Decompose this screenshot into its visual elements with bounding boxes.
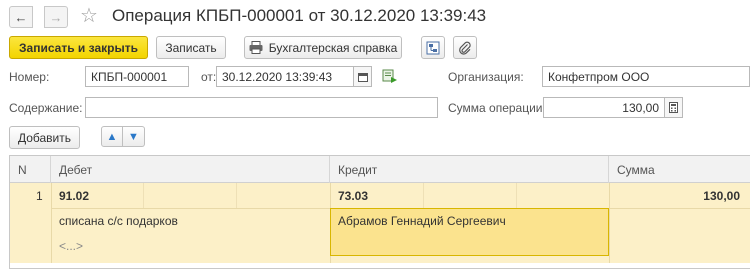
organization-label: Организация: — [448, 70, 524, 84]
document-structure-icon — [426, 41, 440, 54]
amount-cell[interactable]: 130,00 — [703, 189, 740, 203]
paperclip-icon — [459, 41, 471, 55]
amount-field[interactable]: 130,00 — [543, 97, 665, 118]
number-field[interactable]: КПБП-000001 — [85, 66, 189, 87]
move-up-button[interactable]: ▲ — [101, 126, 123, 147]
column-divider — [609, 183, 610, 263]
column-header-n[interactable]: N — [10, 156, 51, 183]
add-row-button[interactable]: Добавить — [9, 126, 80, 149]
arrow-down-icon: ▼ — [128, 130, 139, 143]
post-and-close-button[interactable]: Записать и закрыть — [9, 36, 148, 59]
arrow-left-icon: ← — [14, 9, 28, 25]
calendar-icon — [357, 72, 368, 82]
entries-table: N Дебет Кредит Сумма 1 91.02 73.03 130,0… — [9, 155, 750, 269]
calendar-button[interactable] — [354, 66, 372, 87]
debit-subconto-empty-cell[interactable]: <...> — [59, 239, 83, 253]
organization-field[interactable]: Конфетпром ООО — [542, 66, 750, 87]
attach-button[interactable] — [453, 36, 477, 59]
column-header-debit[interactable]: Дебет — [51, 156, 330, 183]
column-header-credit[interactable]: Кредит — [330, 156, 609, 183]
table-command-bar: Добавить ▲ ▼ — [0, 126, 750, 149]
content-field[interactable] — [85, 97, 438, 118]
accounting-report-button[interactable]: Бухгалтерская справка — [244, 36, 402, 59]
content-label: Содержание: — [9, 101, 83, 115]
subcolumn-divider — [143, 183, 144, 208]
table-header: N Дебет Кредит Сумма — [10, 156, 750, 183]
calculator-icon — [669, 102, 678, 113]
column-header-amount[interactable]: Сумма — [609, 156, 750, 183]
page-title: Операция КПБП-000001 от 30.12.2020 13:39… — [112, 6, 487, 25]
favorite-star-icon[interactable]: ☆ — [80, 3, 98, 28]
date-label: от: — [201, 70, 217, 84]
row-number: 1 — [36, 189, 43, 203]
credit-subconto-cell[interactable]: Абрамов Геннадий Сергеевич — [330, 208, 609, 256]
command-bar: Записать и закрыть Записать Бухгалтерска… — [0, 36, 750, 60]
subcolumn-divider — [516, 183, 517, 208]
save-button[interactable]: Записать — [156, 36, 226, 59]
date-field[interactable]: 30.12.2020 13:39:43 — [216, 66, 354, 87]
number-label: Номер: — [9, 70, 50, 84]
back-button[interactable]: ← — [9, 6, 33, 28]
column-divider — [51, 183, 52, 263]
debit-account-cell[interactable]: 91.02 — [59, 189, 89, 203]
calculator-button[interactable] — [665, 97, 683, 118]
arrow-right-icon: → — [49, 9, 63, 25]
title-bar: ← → ☆ Операция КПБП-000001 от 30.12.2020… — [0, 0, 750, 34]
arrow-up-icon: ▲ — [106, 130, 118, 143]
amount-label: Сумма операции: — [448, 101, 546, 115]
forward-button[interactable]: → — [44, 6, 68, 28]
printer-icon — [249, 41, 263, 54]
debit-subconto-cell[interactable]: списана с/с подарков — [59, 214, 178, 228]
credit-account-cell[interactable]: 73.03 — [338, 189, 368, 203]
subcolumn-divider — [236, 183, 237, 208]
accounting-report-label: Бухгалтерская справка — [268, 40, 398, 55]
move-down-button[interactable]: ▼ — [123, 126, 145, 147]
subcolumn-divider — [423, 183, 424, 208]
document-number-settings-icon[interactable] — [382, 68, 398, 87]
structure-button[interactable] — [421, 36, 445, 59]
table-row[interactable]: 1 91.02 73.03 130,00 списана с/с подарко… — [10, 183, 750, 263]
